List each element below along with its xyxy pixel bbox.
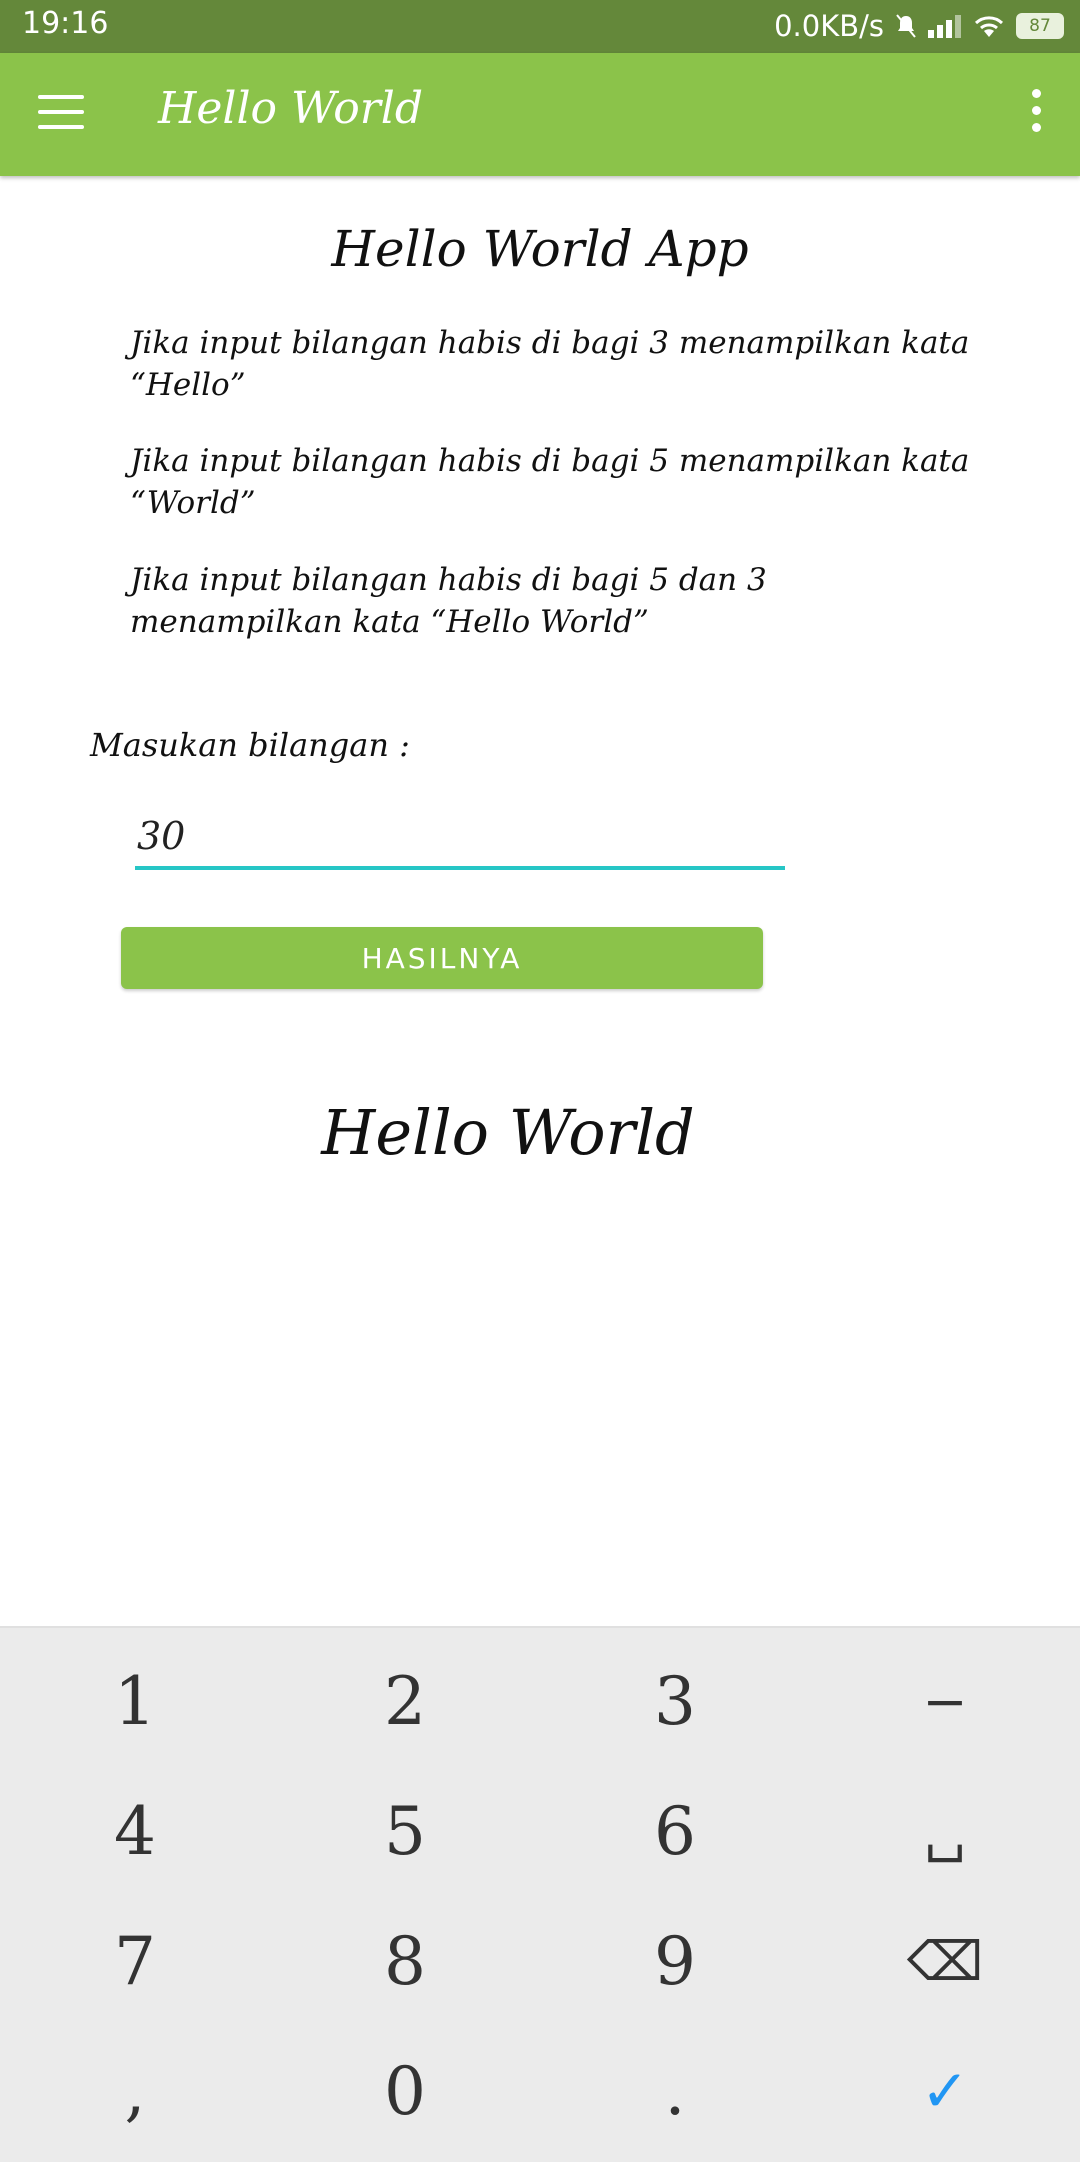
key-5[interactable]: 5: [270, 1766, 540, 1896]
key-9[interactable]: 9: [540, 1896, 810, 2026]
key-space[interactable]: ␣: [810, 1766, 1080, 1896]
signal-icon: [928, 15, 961, 38]
menu-icon[interactable]: [38, 95, 84, 129]
numeric-keyboard: 1 2 3 − 4 5 6 ␣ 7 8 9 ⌫ , 0 . ✓: [0, 1626, 1080, 2162]
key-6[interactable]: 6: [540, 1766, 810, 1896]
key-period[interactable]: .: [540, 2026, 810, 2156]
key-1[interactable]: 1: [0, 1636, 270, 1766]
key-minus[interactable]: −: [810, 1636, 1080, 1766]
mute-icon: [896, 14, 916, 38]
backspace-key[interactable]: ⌫: [810, 1896, 1080, 2026]
key-7[interactable]: 7: [0, 1896, 270, 2026]
key-comma[interactable]: ,: [0, 2026, 270, 2156]
done-check-key[interactable]: ✓: [810, 2026, 1080, 2156]
result-button[interactable]: HASILNYA: [121, 927, 763, 989]
rule-text-2: Jika input bilangan habis di bagi 5 mena…: [130, 443, 970, 521]
key-0[interactable]: 0: [270, 2026, 540, 2156]
status-time: 19:16: [22, 6, 109, 41]
status-icons: 0.0KB/s 87: [774, 6, 1064, 46]
battery-icon: 87: [1016, 13, 1064, 39]
input-label: Masukan bilangan :: [90, 726, 410, 764]
rule-text-1: Jika input bilangan habis di bagi 3 mena…: [130, 325, 970, 403]
net-speed: 0.0KB/s: [774, 9, 884, 43]
key-4[interactable]: 4: [0, 1766, 270, 1896]
app-title: Hello World: [158, 83, 424, 134]
rule-text-3: Jika input bilangan habis di bagi 5 dan …: [130, 562, 767, 640]
result-text: Hello World: [321, 1096, 695, 1169]
key-8[interactable]: 8: [270, 1896, 540, 2026]
key-3[interactable]: 3: [540, 1636, 810, 1766]
status-bar: 19:16 0.0KB/s 87: [0, 0, 1080, 53]
number-input[interactable]: [135, 806, 785, 870]
page-title: Hello World App: [331, 220, 749, 278]
key-2[interactable]: 2: [270, 1636, 540, 1766]
wifi-icon: [974, 16, 1004, 37]
app-bar: Hello World: [0, 53, 1080, 176]
more-options-icon[interactable]: [1030, 89, 1042, 137]
